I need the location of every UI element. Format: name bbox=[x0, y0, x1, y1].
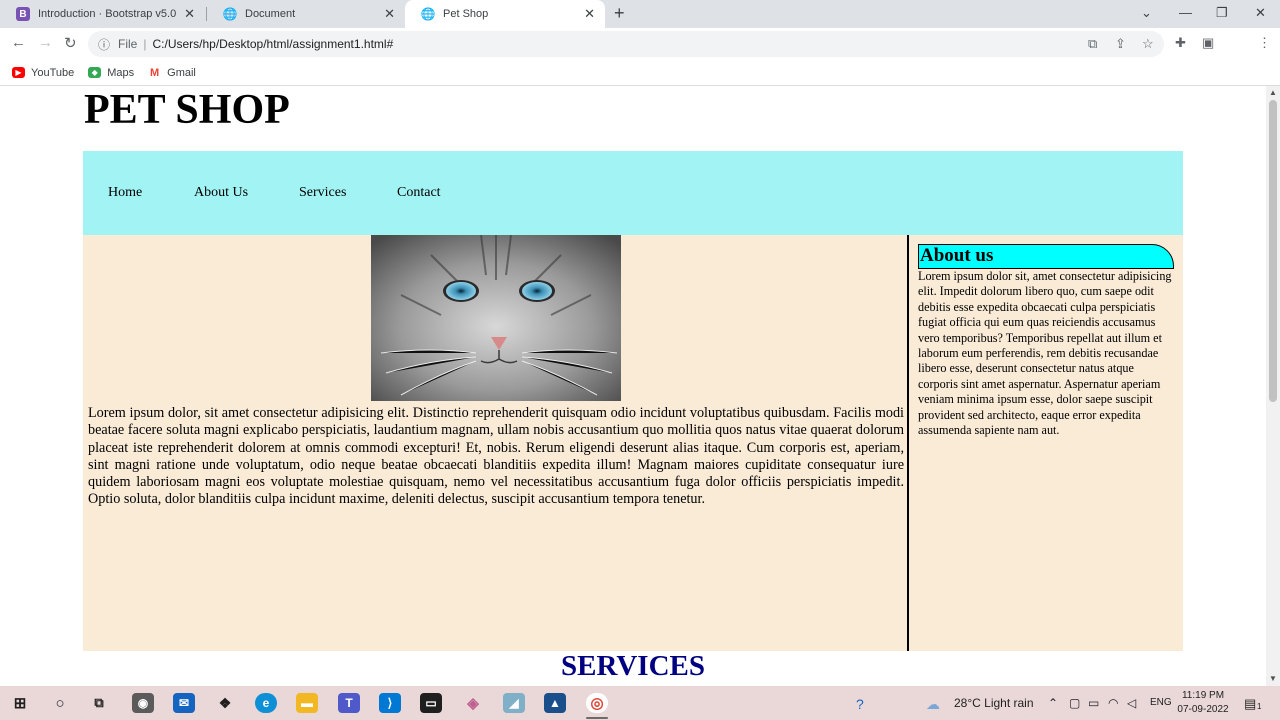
bookmark-label: Gmail bbox=[167, 66, 196, 79]
share-icon[interactable]: ⇪ bbox=[1115, 36, 1126, 52]
clock-date: 07-09-2022 bbox=[1177, 704, 1229, 715]
close-icon[interactable]: ✕ bbox=[584, 6, 595, 22]
youtube-icon: ▶ bbox=[12, 67, 25, 78]
tab-pet-shop[interactable]: 🌐 Pet Shop ✕ bbox=[405, 0, 605, 28]
globe-icon: 🌐 bbox=[222, 7, 238, 21]
clock[interactable]: 11:19 PM 07-09-2022 bbox=[1172, 689, 1234, 717]
window-close-icon[interactable]: ✕ bbox=[1255, 5, 1266, 21]
scroll-up-arrow-icon[interactable]: ▲ bbox=[1269, 88, 1277, 97]
bookmarks-bar: ▶ YouTube ◆ Maps M Gmail bbox=[0, 60, 1280, 86]
main-paragraph: Lorem ipsum dolor, sit amet consectetur … bbox=[88, 405, 904, 508]
windows-start-icon[interactable]: ⊞ bbox=[9, 693, 31, 713]
dropbox-icon[interactable]: ❖ bbox=[214, 693, 236, 713]
scrollbar-thumb[interactable] bbox=[1269, 100, 1277, 402]
battery-icon[interactable]: ▭ bbox=[1088, 696, 1099, 710]
tab-title: Document bbox=[245, 8, 296, 20]
maximize-icon[interactable]: ❐ bbox=[1216, 5, 1228, 21]
main-content: Lorem ipsum dolor, sit amet consectetur … bbox=[83, 235, 909, 651]
navbar: Home About Us Services Contact bbox=[83, 151, 1183, 235]
search-circle-icon[interactable]: ○ bbox=[49, 693, 71, 713]
tab-document[interactable]: 🌐 Document ✕ bbox=[207, 0, 405, 28]
bookmark-gmail[interactable]: M Gmail bbox=[148, 67, 196, 79]
cat-image bbox=[371, 235, 621, 401]
help-icon[interactable]: ? bbox=[856, 696, 864, 712]
bootstrap-icon: B bbox=[16, 7, 30, 21]
address-bar[interactable]: ⓘ File | C:/Users/hp/Desktop/html/assign… bbox=[88, 31, 1164, 57]
notification-count: 1 bbox=[1257, 702, 1262, 711]
page-scrollbar[interactable]: ▲ ▼ bbox=[1266, 86, 1280, 686]
tab-bootstrap[interactable]: B Introduction · Bootstrap v5.0 ✕ bbox=[0, 0, 205, 28]
vscode-icon[interactable]: ⟩ bbox=[379, 693, 401, 713]
close-icon[interactable]: ✕ bbox=[184, 6, 195, 22]
mail-icon[interactable]: ✉ bbox=[173, 693, 195, 713]
about-paragraph: Lorem ipsum dolor sit, amet consectetur … bbox=[918, 269, 1172, 438]
tab-title: Introduction · Bootstrap v5.0 bbox=[38, 8, 177, 20]
maps-icon: ◆ bbox=[88, 67, 102, 78]
weather-rain-icon[interactable]: ☁ bbox=[926, 696, 940, 713]
task-view-icon[interactable]: ⧉ bbox=[88, 693, 110, 713]
active-app-indicator bbox=[586, 717, 608, 719]
translate-icon[interactable]: ⧉ bbox=[1088, 36, 1097, 52]
close-icon[interactable]: ✕ bbox=[384, 6, 395, 22]
bookmark-maps[interactable]: ◆ Maps bbox=[88, 67, 134, 79]
side-panel-icon[interactable]: ▣ bbox=[1202, 35, 1214, 51]
tab-search-chevron-icon[interactable]: ⌄ bbox=[1141, 5, 1152, 21]
nav-link-home[interactable]: Home bbox=[108, 185, 142, 201]
services-heading: SERVICES bbox=[560, 650, 706, 682]
photos-icon[interactable]: ▲ bbox=[544, 693, 566, 713]
minimize-icon[interactable]: — bbox=[1179, 5, 1192, 20]
page-title: PET SHOP bbox=[84, 87, 290, 133]
tab-title: Pet Shop bbox=[443, 8, 489, 20]
about-heading: About us bbox=[918, 244, 1174, 269]
nav-link-about-us[interactable]: About Us bbox=[194, 185, 248, 201]
menu-kebab-icon[interactable]: ⋮ bbox=[1258, 35, 1271, 51]
camera-app-icon[interactable]: ◉ bbox=[132, 693, 154, 713]
browser-toolbar: ← → ↻ ⓘ File | C:/Users/hp/Desktop/html/… bbox=[0, 28, 1280, 60]
reload-icon[interactable]: ↻ bbox=[64, 34, 77, 52]
taskbar: ⊞ ○ ⧉ ◉ ✉ ❖ e ▬ T ⟩ ▭ ◈ ◢ ▲ ◎ ? ☁ 28°C L… bbox=[0, 686, 1280, 720]
about-sidebar: About us Lorem ipsum dolor sit, amet con… bbox=[909, 235, 1183, 651]
nav-link-services[interactable]: Services bbox=[299, 185, 346, 201]
forward-arrow-icon[interactable]: → bbox=[38, 34, 53, 51]
back-arrow-icon[interactable]: ← bbox=[11, 34, 26, 51]
bookmark-youtube[interactable]: ▶ YouTube bbox=[12, 67, 74, 79]
file-explorer-icon[interactable]: ▬ bbox=[296, 693, 318, 713]
wifi-icon[interactable]: ◠ bbox=[1108, 696, 1118, 710]
terminal-icon[interactable]: ▭ bbox=[420, 693, 442, 713]
bookmark-label: Maps bbox=[107, 66, 135, 79]
url-scheme: File bbox=[118, 37, 138, 51]
teams-icon[interactable]: T bbox=[338, 693, 360, 713]
tab-strip: B Introduction · Bootstrap v5.0 ✕ 🌐 Docu… bbox=[0, 0, 1280, 28]
notification-icon[interactable]: ▤ bbox=[1244, 696, 1256, 712]
tray-chevron-icon[interactable]: ⌃ bbox=[1048, 696, 1058, 710]
weather-text[interactable]: 28°C Light rain bbox=[954, 696, 1034, 710]
info-icon[interactable]: ⓘ bbox=[98, 36, 110, 53]
edge-icon[interactable]: e bbox=[255, 693, 277, 713]
gmail-icon: M bbox=[150, 66, 160, 79]
nav-link-contact[interactable]: Contact bbox=[397, 185, 441, 201]
extensions-puzzle-icon[interactable]: ✚ bbox=[1175, 35, 1186, 51]
new-tab-button[interactable]: + bbox=[614, 3, 625, 24]
page-viewport: PET SHOP Home About Us Services Contact bbox=[0, 86, 1266, 686]
scroll-down-arrow-icon[interactable]: ▼ bbox=[1269, 674, 1277, 683]
url-text[interactable]: C:/Users/hp/Desktop/html/assignment1.htm… bbox=[152, 37, 393, 51]
chrome-icon[interactable]: ◎ bbox=[586, 693, 608, 713]
app-icon[interactable]: ◈ bbox=[462, 693, 484, 713]
globe-icon: 🌐 bbox=[420, 7, 436, 21]
bookmark-star-icon[interactable]: ☆ bbox=[1142, 36, 1154, 52]
language-indicator[interactable]: ENG bbox=[1150, 697, 1172, 708]
clock-time: 11:19 PM bbox=[1181, 690, 1225, 701]
bookmark-label: YouTube bbox=[31, 66, 75, 79]
app-icon[interactable]: ◢ bbox=[503, 693, 525, 713]
device-icon[interactable]: ▢ bbox=[1069, 696, 1080, 710]
divider: | bbox=[143, 37, 147, 51]
volume-icon[interactable]: ◁ bbox=[1127, 696, 1136, 710]
